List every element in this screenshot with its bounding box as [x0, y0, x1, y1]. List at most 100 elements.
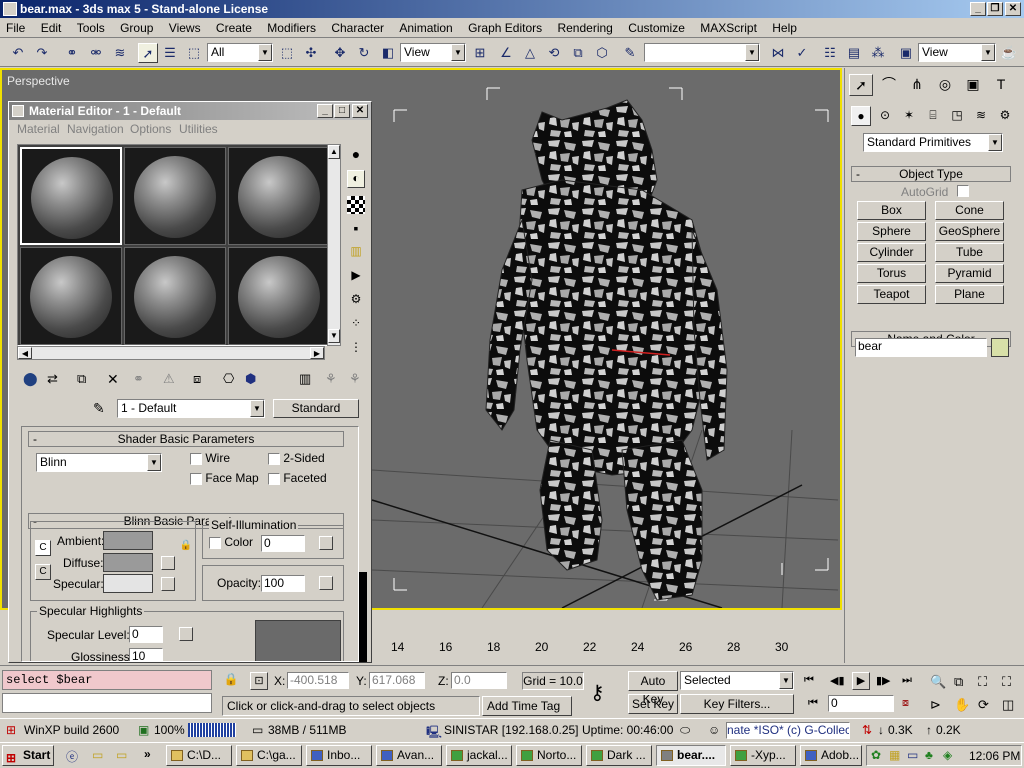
tray-app-icon[interactable]: ◈: [943, 748, 952, 762]
now-playing-ticker[interactable]: nate *ISO* (c) G-Collect: [726, 722, 850, 739]
task-cd[interactable]: C:\D...: [166, 745, 232, 766]
make-preview-icon[interactable]: ▶: [347, 268, 365, 286]
select-icon[interactable]: ➚: [138, 43, 158, 63]
scale-icon[interactable]: ◧: [378, 43, 398, 63]
slots-horizontal-scrollbar[interactable]: ◀ ▶: [17, 346, 325, 360]
mirror-tool-icon[interactable]: ⋈: [768, 43, 788, 63]
goto-start-icon[interactable]: ⏮: [804, 674, 814, 687]
task-inbox[interactable]: Inbo...: [306, 745, 372, 766]
select-by-name-icon[interactable]: ☰: [160, 43, 180, 63]
reset-map-icon[interactable]: ✕: [107, 371, 119, 388]
rotate-icon[interactable]: ↻: [354, 43, 374, 63]
clock[interactable]: 12:06 PM: [969, 749, 1020, 763]
specular-color-swatch[interactable]: [103, 574, 153, 593]
lock-diffuse-specular-icon[interactable]: C: [35, 564, 51, 580]
backlight-icon[interactable]: ◐: [347, 170, 365, 188]
ambient-color-swatch[interactable]: [103, 531, 153, 550]
scroll-right-arrow-icon[interactable]: ▶: [310, 347, 324, 359]
systems-icon[interactable]: ⚙: [995, 106, 1015, 126]
menu-file[interactable]: File: [0, 18, 31, 36]
shader-type-dropdown[interactable]: Blinn ▼: [36, 453, 162, 472]
diffuse-map-button[interactable]: [161, 556, 175, 570]
zoom-all-icon[interactable]: ⧉: [954, 674, 963, 690]
menu-edit[interactable]: Edit: [35, 18, 68, 36]
object-color-swatch[interactable]: [991, 338, 1009, 357]
unlink-icon[interactable]: ⚮: [86, 43, 106, 63]
box-button[interactable]: Box: [857, 201, 926, 220]
face-map-option[interactable]: Face Map: [190, 471, 259, 485]
sample-uv-tiling-icon[interactable]: ▪: [347, 220, 365, 238]
sample-slot-4[interactable]: [20, 247, 122, 345]
helpers-icon[interactable]: ◳: [947, 106, 967, 126]
angle-snap-icon[interactable]: ∠: [496, 43, 516, 63]
redo-icon[interactable]: ↷: [32, 43, 52, 63]
menu-animation[interactable]: Animation: [393, 18, 458, 36]
geosphere-button[interactable]: GeoSphere: [935, 222, 1004, 241]
link-icon[interactable]: ⚭: [62, 43, 82, 63]
sample-slot-1[interactable]: [20, 147, 122, 245]
wire-checkbox[interactable]: [190, 452, 202, 465]
self-illum-map-button[interactable]: [319, 536, 333, 550]
maxscript-listener-input[interactable]: [2, 693, 212, 713]
tray-app-icon[interactable]: ✿: [871, 748, 881, 762]
task-norton[interactable]: Norto...: [516, 745, 582, 766]
minimize-button[interactable]: _: [970, 2, 986, 16]
restore-button[interactable]: ❐: [987, 2, 1003, 16]
scroll-left-arrow-icon[interactable]: ◀: [18, 347, 32, 359]
rollout-scrollbar[interactable]: [359, 572, 367, 662]
material-map-navigator-icon[interactable]: ⋮: [347, 340, 365, 358]
opacity-map-button[interactable]: [319, 576, 333, 590]
eyedropper-icon[interactable]: ✎: [93, 400, 105, 417]
task-xyp[interactable]: -Xyp...: [730, 745, 796, 766]
put-to-library-icon[interactable]: ⚠: [163, 371, 175, 387]
selection-region-icon[interactable]: ⬚: [184, 43, 204, 63]
self-illum-spinner[interactable]: 0: [261, 535, 305, 552]
menu-modifiers[interactable]: Modifiers: [261, 18, 322, 36]
scroll-up-arrow-icon[interactable]: ▲: [328, 145, 340, 159]
goto-end-icon[interactable]: ⏭: [902, 674, 912, 687]
object-name-input[interactable]: bear: [855, 338, 987, 357]
field-of-view-icon[interactable]: ⊳: [930, 697, 941, 713]
self-illum-color-checkbox[interactable]: [209, 536, 221, 549]
menu-group[interactable]: Group: [114, 18, 159, 36]
display-tab-icon[interactable]: ▣: [961, 74, 985, 96]
task-dark[interactable]: Dark ...: [586, 745, 652, 766]
move-icon[interactable]: ✥: [330, 43, 350, 63]
material-effects-channel-icon[interactable]: ⧈: [193, 371, 201, 387]
schematic-view-icon[interactable]: ▤: [844, 43, 864, 63]
bind-spacewarp-icon[interactable]: ≋: [110, 43, 130, 63]
spacewarps-icon[interactable]: ≋: [971, 106, 991, 126]
geometry-icon[interactable]: ●: [851, 106, 871, 126]
next-frame-icon[interactable]: ▮▶: [876, 674, 891, 687]
mat-menu-utilities[interactable]: Utilities: [179, 122, 218, 136]
shapes-icon[interactable]: ⊙: [875, 106, 895, 126]
category-dropdown[interactable]: Standard Primitives ▼: [863, 133, 1003, 152]
mat-minimize-button[interactable]: _: [317, 104, 333, 118]
render-view-dropdown[interactable]: View ▼: [918, 43, 996, 62]
arc-rotate-icon[interactable]: ⟳: [978, 697, 989, 713]
x-coordinate-field[interactable]: -400.518: [287, 672, 349, 689]
task-cga[interactable]: C:\ga...: [236, 745, 302, 766]
edit-named-selection-icon[interactable]: ✎: [620, 43, 640, 63]
menu-tools[interactable]: Tools: [71, 18, 111, 36]
lock-icon[interactable]: 🔒: [179, 540, 193, 554]
ie-quicklaunch-icon[interactable]: ⓔ: [66, 748, 78, 765]
sample-slot-5[interactable]: [124, 247, 226, 345]
options-icon[interactable]: ⚙: [347, 292, 365, 310]
sample-slot-3[interactable]: [228, 147, 330, 245]
mat-menu-options[interactable]: Options: [130, 122, 171, 136]
zoom-extents-icon[interactable]: ⛶: [978, 674, 987, 690]
scroll-down-arrow-icon[interactable]: ▼: [328, 329, 340, 343]
task-bear-max[interactable]: bear....: [656, 745, 726, 766]
zoom-icon[interactable]: 🔍: [930, 674, 946, 690]
pivot-center-icon[interactable]: ⊞: [470, 43, 490, 63]
video-color-check-icon[interactable]: ▥: [347, 244, 365, 262]
folder-quicklaunch-icon[interactable]: ▭: [92, 748, 103, 762]
zoom-extents-all-icon[interactable]: ⛶: [1002, 674, 1011, 690]
sample-type-icon[interactable]: ●: [347, 146, 365, 164]
motion-tab-icon[interactable]: ◎: [933, 74, 957, 96]
two-sided-checkbox[interactable]: [268, 452, 280, 465]
task-jackal[interactable]: jackal...: [446, 745, 512, 766]
track-view-icon[interactable]: ☷: [820, 43, 840, 63]
spinner-snap-icon[interactable]: ⟲: [544, 43, 564, 63]
